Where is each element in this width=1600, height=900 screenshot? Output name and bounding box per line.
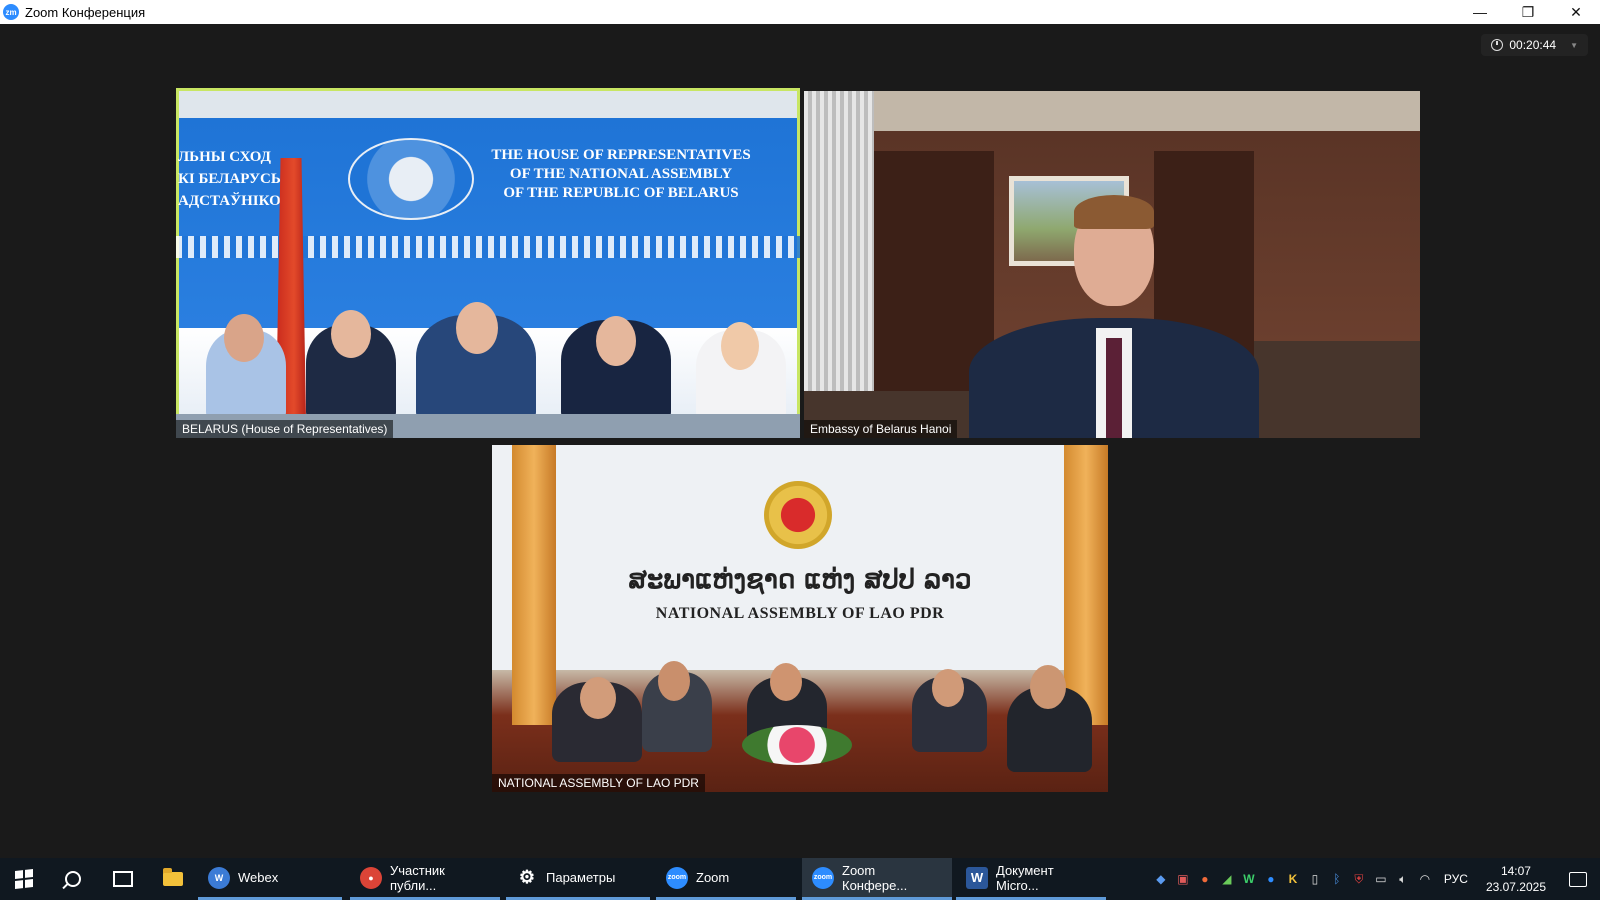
banner-line: THE HOUSE OF REPRESENTATIVES	[491, 147, 751, 163]
banner-text: THE HOUSE OF REPRESENTATIVES OF THE NATI…	[476, 146, 766, 203]
clock-date: 23.07.2025	[1485, 880, 1546, 894]
window-controls: — ❐ ✕	[1456, 0, 1600, 24]
meeting-gallery-view: 00:20:44 ▼ ЛЬНЫ СХОД КІ БЕЛАРУСЬ АДСТАЎН…	[0, 24, 1600, 858]
banner-title: NATIONAL ASSEMBLY OF LAO PDR	[655, 605, 945, 622]
word-icon: W	[966, 866, 988, 889]
file-explorer-button[interactable]	[148, 858, 198, 900]
search-button[interactable]	[48, 858, 98, 900]
system-tray: ◆ ▣ ● ◢ W ● K ▯ ᛒ ⛨ ▭ 🔈︎ ◠ РУС 14:07 23.…	[1150, 858, 1600, 900]
usb-tray-icon[interactable]: ▯	[1304, 868, 1326, 890]
gear-icon: ⚙	[518, 867, 536, 887]
participant-head	[721, 322, 759, 370]
start-button[interactable]	[0, 858, 48, 900]
taskbar-app-label: Webex	[238, 870, 279, 885]
w-tray-icon[interactable]: W	[1238, 868, 1260, 890]
notification-icon	[1569, 871, 1587, 887]
taskbar-app-settings[interactable]: ⚙ Параметры	[506, 858, 650, 900]
taskbar-app-chrome[interactable]: ● Участник публи...	[350, 858, 500, 900]
participant-head	[456, 302, 498, 354]
flower-arrangement	[742, 725, 852, 765]
zoom-tray-icon[interactable]: ●	[1260, 868, 1282, 890]
taskbar-app-label: Параметры	[546, 870, 616, 885]
banner-left-line: КІ БЕЛАРУСЬ	[178, 171, 281, 187]
webex-tray-icon[interactable]: ◆	[1150, 868, 1172, 890]
bluetooth-icon[interactable]: ᛒ	[1326, 868, 1348, 890]
task-view-button[interactable]	[98, 858, 148, 900]
search-icon	[65, 871, 81, 887]
taskbar-app-zoom[interactable]: zoom Zoom	[656, 858, 796, 900]
windows-taskbar: W Webex ● Участник публи... ⚙ Параметры …	[0, 858, 1600, 900]
taskbar-app-label: Zoom Конфере...	[842, 862, 908, 893]
windows-logo-icon	[15, 869, 33, 889]
taskbar-app-label: Участник публи...	[390, 862, 445, 893]
video-tile-belarus[interactable]: ЛЬНЫ СХОД КІ БЕЛАРУСЬ АДСТАЎНІКОЎ THE HO…	[176, 88, 800, 438]
taskbar-app-label: Zoom	[696, 870, 730, 885]
zoom-icon: zoom	[666, 866, 688, 889]
parliament-seal-image	[348, 138, 474, 220]
participant-head	[224, 314, 264, 362]
volume-icon[interactable]: 🔈︎	[1392, 868, 1414, 890]
video-tile-embassy[interactable]: Embassy of Belarus Hanoi	[804, 91, 1420, 438]
key-tray-icon[interactable]: ◢	[1216, 868, 1238, 890]
video-tile-lao[interactable]: ສະພາແຫ່ງຊາດ ແຫ່ງ ສປປ ລາວ NATIONAL ASSEMB…	[492, 445, 1108, 792]
security-shield-icon[interactable]: ⛨	[1348, 868, 1370, 890]
task-view-icon	[113, 871, 133, 887]
printer-tray-icon[interactable]: ▣	[1172, 868, 1194, 890]
app-tray-icon[interactable]: ●	[1194, 868, 1216, 890]
clock-time: 14:07	[1500, 864, 1531, 878]
banner-left-text: ЛЬНЫ СХОД КІ БЕЛАРУСЬ АДСТАЎНІКОЎ	[178, 146, 292, 212]
notification-center-button[interactable]	[1556, 858, 1600, 900]
chevron-down-icon: ▼	[1570, 40, 1578, 50]
banner-line: OF THE NATIONAL ASSEMBLY	[509, 166, 733, 182]
close-button[interactable]: ✕	[1552, 0, 1600, 24]
banner-left-line: АДСТАЎНІКОЎ	[178, 193, 292, 209]
taskbar-app-word[interactable]: W Документ Micro...	[956, 858, 1106, 900]
participant-name-label: NATIONAL ASSEMBLY OF LAO PDR	[492, 774, 705, 792]
window-title: Zoom Конференция	[25, 4, 146, 20]
network-icon[interactable]: ◠	[1414, 868, 1436, 890]
folder-icon	[163, 868, 183, 886]
participant-hair	[1074, 195, 1154, 229]
participant-head	[596, 316, 636, 366]
window-titlebar: zm Zoom Конференция — ❐ ✕	[0, 0, 1600, 24]
lao-emblem	[764, 481, 832, 549]
language-indicator[interactable]: РУС	[1444, 872, 1468, 886]
restore-button[interactable]: ❐	[1504, 0, 1552, 24]
banner-ornament	[176, 236, 800, 258]
participant-head	[1030, 665, 1066, 709]
zoom-icon: zoom	[812, 866, 834, 889]
banner-lao-script: ສະພາແຫ່ງຊາດ ແຫ່ງ ສປປ ລາວ	[628, 565, 972, 595]
banner-left-line: ЛЬНЫ СХОД	[178, 149, 271, 165]
participant-head	[770, 663, 802, 701]
participant-tie	[1106, 338, 1122, 438]
meeting-timer[interactable]: 00:20:44 ▼	[1481, 34, 1588, 56]
participant-head	[580, 677, 616, 719]
participant-head	[658, 661, 690, 701]
battery-icon[interactable]: ▭	[1370, 868, 1392, 890]
timer-text: 00:20:44	[1509, 38, 1557, 52]
participant-head	[932, 669, 964, 707]
minimize-button[interactable]: —	[1456, 0, 1504, 24]
banner-line: OF THE REPUBLIC OF BELARUS	[503, 185, 739, 201]
taskbar-app-label: Документ Micro...	[996, 862, 1054, 893]
participant-head	[331, 310, 371, 358]
k-tray-icon[interactable]: K	[1282, 868, 1304, 890]
participant-name-label: Embassy of Belarus Hanoi	[804, 420, 958, 438]
taskbar-clock[interactable]: 14:07 23.07.2025	[1486, 863, 1546, 895]
window-blinds	[804, 91, 874, 391]
webex-icon: W	[208, 866, 230, 889]
taskbar-app-zoom-meeting[interactable]: zoom Zoom Конфере...	[802, 858, 952, 900]
chrome-icon: ●	[360, 866, 382, 889]
taskbar-app-webex[interactable]: W Webex	[198, 858, 342, 900]
clock-icon	[1491, 39, 1504, 51]
zoom-app-icon: zm	[3, 4, 19, 20]
participant-name-label: BELARUS (House of Representatives)	[176, 420, 394, 438]
